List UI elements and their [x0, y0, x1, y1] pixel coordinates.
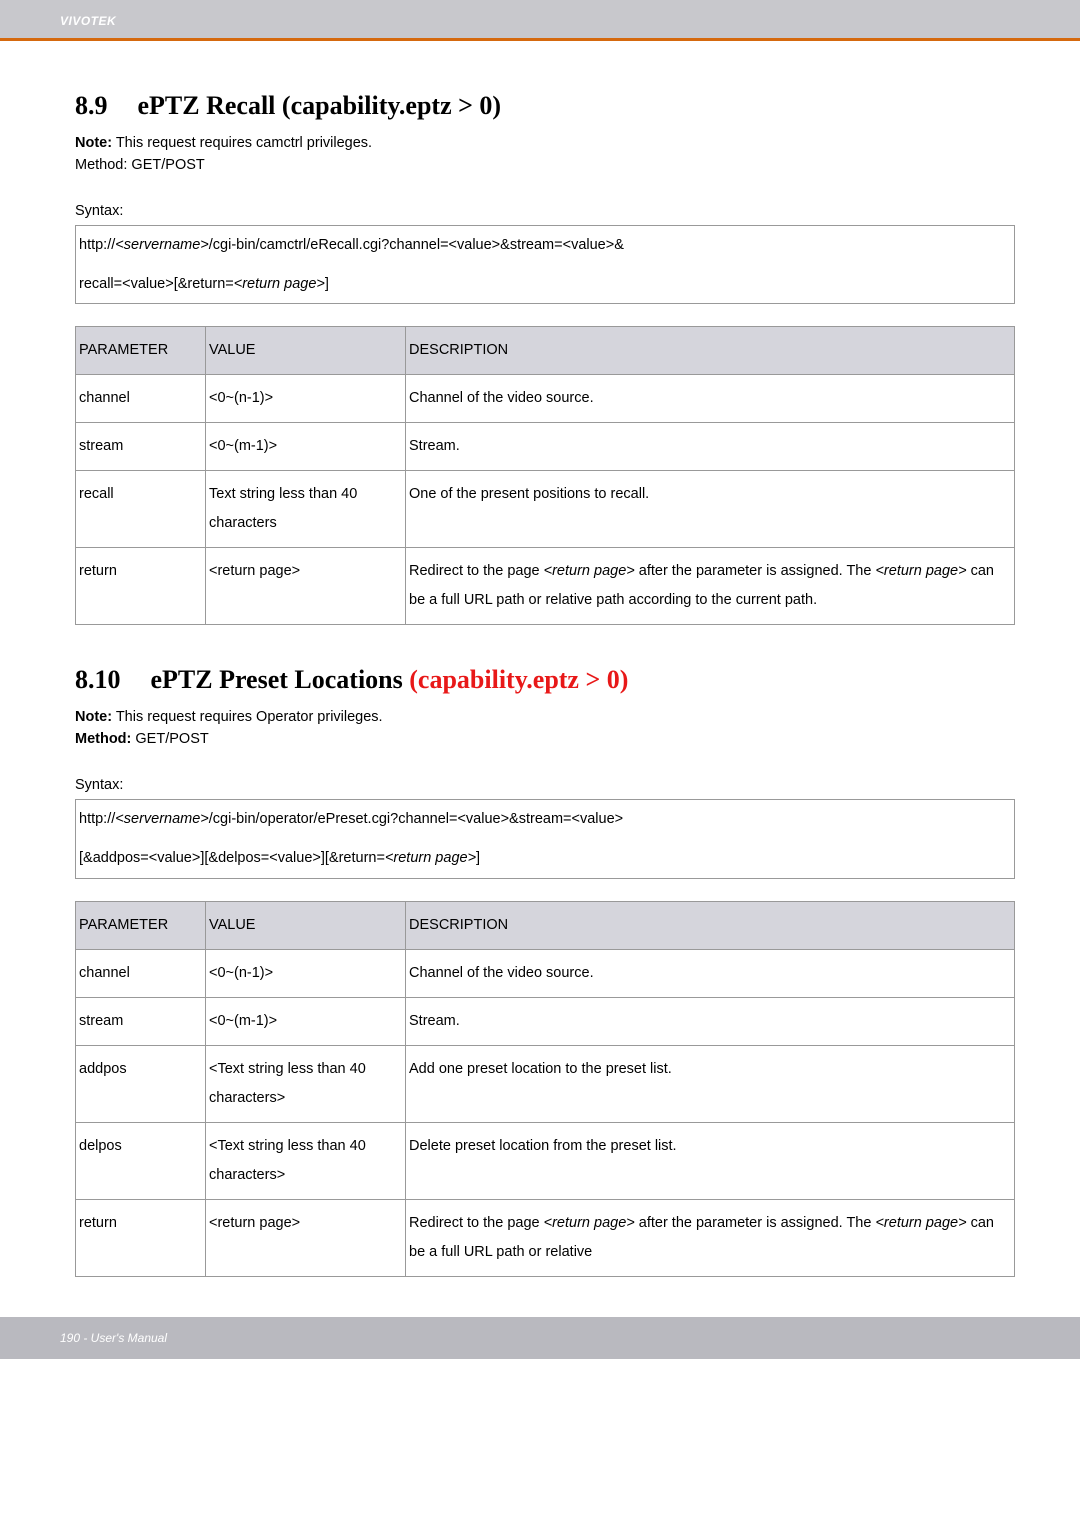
- table-row: stream <0~(m-1)> Stream.: [76, 423, 1015, 471]
- section-89-syntax-label: Syntax:: [75, 203, 1015, 219]
- cell-param: channel: [76, 375, 206, 423]
- cell-desc: Channel of the video source.: [406, 375, 1015, 423]
- section-89-heading: 8.9 ePTZ Recall (capability.eptz > 0): [75, 91, 1015, 121]
- cell-param: channel: [76, 949, 206, 997]
- note-label: Note:: [75, 135, 112, 151]
- desc-em: <return page>: [544, 1215, 635, 1231]
- header-bar: VIVOTEK: [0, 0, 1080, 41]
- cell-param: recall: [76, 471, 206, 548]
- section-810-method: Method: GET/POST: [75, 731, 1015, 747]
- syntax-em: <servername>: [115, 811, 209, 827]
- th-value: VALUE: [206, 327, 406, 375]
- cell-value: <0~(m-1)>: [206, 423, 406, 471]
- footer-text: 190 - User's Manual: [60, 1331, 167, 1345]
- syntax-text: http://: [79, 237, 115, 253]
- cell-desc: One of the present positions to recall.: [406, 471, 1015, 548]
- method-label: Method:: [75, 157, 127, 173]
- section-810-title-red: (capability.eptz > 0): [409, 665, 628, 694]
- th-description: DESCRIPTION: [406, 327, 1015, 375]
- cell-value: <0~(n-1)>: [206, 949, 406, 997]
- cell-desc: Redirect to the page <return page> after…: [406, 1199, 1015, 1276]
- th-description: DESCRIPTION: [406, 901, 1015, 949]
- table-row: return <return page> Redirect to the pag…: [76, 1199, 1015, 1276]
- section-810-note: Note: This request requires Operator pri…: [75, 709, 1015, 725]
- syntax-text: ]: [476, 850, 480, 866]
- section-89-note: Note: This request requires camctrl priv…: [75, 135, 1015, 151]
- cell-param: return: [76, 548, 206, 625]
- cell-param: return: [76, 1199, 206, 1276]
- desc-text: Redirect to the page: [409, 563, 544, 579]
- cell-param: addpos: [76, 1045, 206, 1122]
- section-89-title: ePTZ Recall (capability.eptz > 0): [138, 91, 502, 120]
- syntax-text: [&addpos=<value>][&delpos=<value>][&retu…: [79, 850, 385, 866]
- th-parameter: PARAMETER: [76, 901, 206, 949]
- desc-text: after the parameter is assigned. The: [635, 563, 876, 579]
- method-text: GET/POST: [131, 731, 208, 747]
- cell-desc: Channel of the video source.: [406, 949, 1015, 997]
- section-810-title-black: ePTZ Preset Locations: [151, 665, 410, 694]
- cell-value: <return page>: [206, 1199, 406, 1276]
- cell-value: <Text string less than 40 characters>: [206, 1045, 406, 1122]
- section-810-heading: 8.10 ePTZ Preset Locations (capability.ep…: [75, 665, 1015, 695]
- syntax-text: recall=<value>[&return=: [79, 276, 234, 292]
- note-text: This request requires Operator privilege…: [112, 709, 383, 725]
- desc-text: Redirect to the page: [409, 1215, 544, 1231]
- syntax-text: /cgi-bin/operator/ePreset.cgi?channel=<v…: [209, 811, 623, 827]
- footer-bar: 190 - User's Manual: [0, 1317, 1080, 1359]
- table-row: return <return page> Redirect to the pag…: [76, 548, 1015, 625]
- cell-desc: Add one preset location to the preset li…: [406, 1045, 1015, 1122]
- syntax-line-1: http://<servername>/cgi-bin/camctrl/eRec…: [76, 226, 1014, 265]
- note-text: This request requires camctrl privileges…: [112, 135, 372, 151]
- cell-param: stream: [76, 997, 206, 1045]
- table-row: stream <0~(m-1)> Stream.: [76, 997, 1015, 1045]
- th-parameter: PARAMETER: [76, 327, 206, 375]
- section-89-syntax-box: http://<servername>/cgi-bin/camctrl/eRec…: [75, 225, 1015, 304]
- syntax-text: ]: [325, 276, 329, 292]
- cell-value: <return page>: [206, 548, 406, 625]
- method-label: Method:: [75, 731, 131, 747]
- cell-param: stream: [76, 423, 206, 471]
- cell-value: <0~(m-1)>: [206, 997, 406, 1045]
- desc-em: <return page>: [875, 563, 966, 579]
- table-row: recall Text string less than 40 characte…: [76, 471, 1015, 548]
- section-810-syntax-label: Syntax:: [75, 777, 1015, 793]
- table-row: delpos <Text string less than 40 charact…: [76, 1122, 1015, 1199]
- cell-param: delpos: [76, 1122, 206, 1199]
- cell-desc: Delete preset location from the preset l…: [406, 1122, 1015, 1199]
- page-content: 8.9 ePTZ Recall (capability.eptz > 0) Not…: [0, 41, 1080, 1317]
- syntax-line-2: [&addpos=<value>][&delpos=<value>][&retu…: [76, 839, 1014, 878]
- syntax-em: <return page>: [385, 850, 476, 866]
- table-header-row: PARAMETER VALUE DESCRIPTION: [76, 327, 1015, 375]
- cell-desc: Redirect to the page <return page> after…: [406, 548, 1015, 625]
- syntax-line-2: recall=<value>[&return=<return page>]: [76, 265, 1014, 304]
- table-header-row: PARAMETER VALUE DESCRIPTION: [76, 901, 1015, 949]
- syntax-line-1: http://<servername>/cgi-bin/operator/ePr…: [76, 800, 1014, 839]
- section-89-method: Method: GET/POST: [75, 157, 1015, 173]
- syntax-text: /cgi-bin/camctrl/eRecall.cgi?channel=<va…: [209, 237, 624, 253]
- note-label: Note:: [75, 709, 112, 725]
- cell-value: <Text string less than 40 characters>: [206, 1122, 406, 1199]
- table-row: channel <0~(n-1)> Channel of the video s…: [76, 949, 1015, 997]
- desc-em: <return page>: [875, 1215, 966, 1231]
- section-810-syntax-box: http://<servername>/cgi-bin/operator/ePr…: [75, 799, 1015, 878]
- syntax-em: <return page>: [234, 276, 325, 292]
- table-row: addpos <Text string less than 40 charact…: [76, 1045, 1015, 1122]
- syntax-em: <servername>: [115, 237, 209, 253]
- desc-text: after the parameter is assigned. The: [635, 1215, 876, 1231]
- th-value: VALUE: [206, 901, 406, 949]
- method-text: GET/POST: [127, 157, 204, 173]
- cell-desc: Stream.: [406, 423, 1015, 471]
- section-810-param-table: PARAMETER VALUE DESCRIPTION channel <0~(…: [75, 901, 1015, 1277]
- cell-value: <0~(n-1)>: [206, 375, 406, 423]
- section-89-param-table: PARAMETER VALUE DESCRIPTION channel <0~(…: [75, 326, 1015, 625]
- section-810-number: 8.10: [75, 665, 121, 695]
- syntax-text: http://: [79, 811, 115, 827]
- desc-em: <return page>: [544, 563, 635, 579]
- cell-desc: Stream.: [406, 997, 1015, 1045]
- cell-value: Text string less than 40 characters: [206, 471, 406, 548]
- section-89-number: 8.9: [75, 91, 108, 121]
- brand-label: VIVOTEK: [60, 14, 116, 28]
- table-row: channel <0~(n-1)> Channel of the video s…: [76, 375, 1015, 423]
